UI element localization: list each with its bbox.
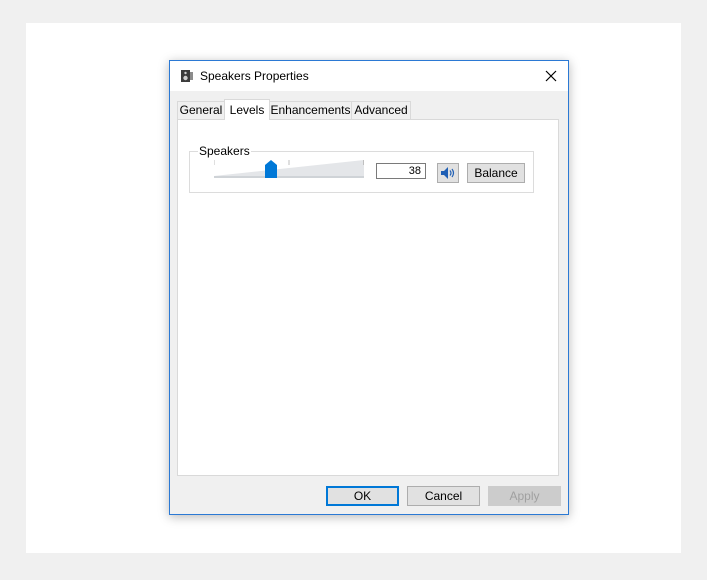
volume-level-field[interactable]: 38 <box>376 163 426 179</box>
tab-enhancements[interactable]: Enhancements <box>269 101 352 119</box>
title-bar[interactable]: Speakers Properties <box>170 61 568 91</box>
ok-button[interactable]: OK <box>326 486 399 506</box>
speaker-device-icon <box>180 69 194 83</box>
mute-button[interactable] <box>437 163 459 183</box>
balance-button[interactable]: Balance <box>467 163 525 183</box>
speakers-group-label: Speakers <box>198 144 251 158</box>
levels-panel: Speakers 38 Balance <box>177 119 559 476</box>
speakers-groupbox: Speakers 38 Balance <box>189 144 534 193</box>
window-title: Speakers Properties <box>200 69 309 83</box>
apply-button[interactable]: Apply <box>488 486 561 506</box>
close-icon <box>545 70 557 82</box>
tab-general[interactable]: General <box>177 101 225 119</box>
speakers-properties-dialog: Speakers Properties General Levels Enhan… <box>169 60 569 515</box>
cancel-button[interactable]: Cancel <box>407 486 480 506</box>
volume-slider-thumb[interactable] <box>265 160 277 178</box>
volume-slider[interactable] <box>214 160 364 182</box>
tab-advanced[interactable]: Advanced <box>351 101 411 119</box>
close-button[interactable] <box>534 61 568 91</box>
speaker-volume-icon <box>441 167 455 179</box>
tab-levels[interactable]: Levels <box>224 99 270 120</box>
